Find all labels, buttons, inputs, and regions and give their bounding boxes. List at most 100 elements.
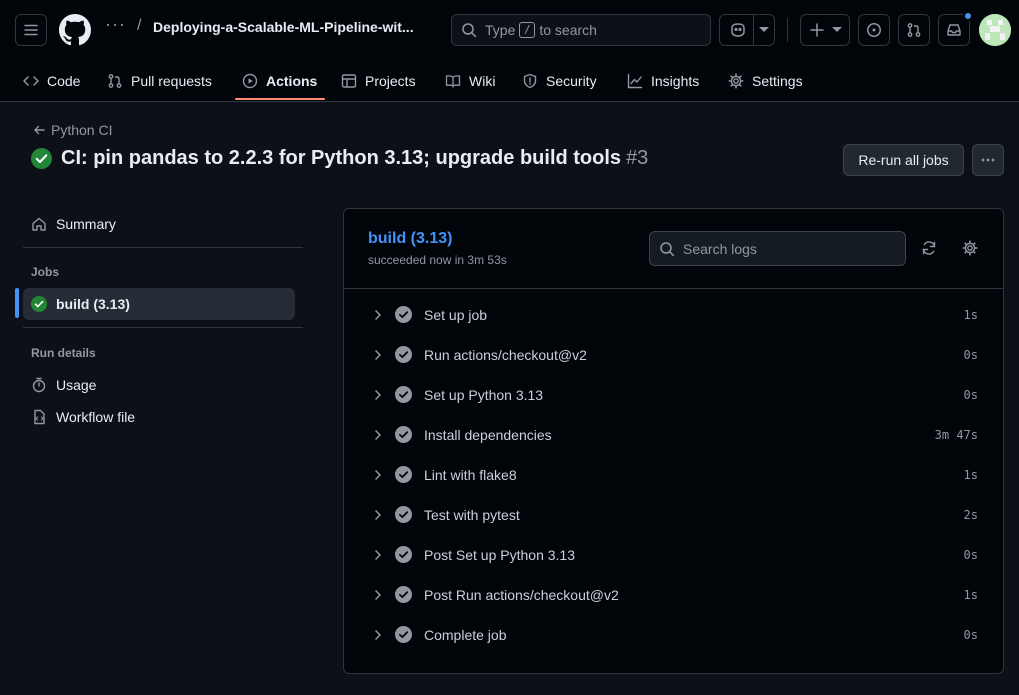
step-duration: 2s [963, 508, 978, 522]
chevron-right-icon[interactable] [371, 348, 385, 365]
search-icon [660, 241, 675, 256]
step-name: Complete job [424, 627, 507, 643]
global-search[interactable]: Type / to search [451, 14, 711, 46]
app-header: ··· / Deploying-a-Scalable-ML-Pipeline-w… [0, 0, 1019, 102]
workflow-name: Python CI [51, 122, 113, 138]
menu-button[interactable] [15, 14, 47, 46]
sidebar-divider [23, 247, 303, 248]
chevron-right-icon[interactable] [371, 308, 385, 325]
gear-icon [728, 72, 744, 89]
step-name: Post Run actions/checkout@v2 [424, 587, 619, 603]
log-search-input[interactable]: Search logs [649, 231, 906, 266]
check-circle-fill-icon [395, 346, 412, 366]
chevron-right-icon[interactable] [371, 588, 385, 605]
check-circle-fill-icon [395, 506, 412, 526]
avatar[interactable] [979, 14, 1011, 46]
run-number: #3 [626, 147, 649, 169]
step-name: Set up job [424, 307, 488, 323]
step-duration: 0s [963, 548, 978, 562]
sidebar-item-label: Workflow file [56, 409, 136, 425]
tab-settings[interactable]: Settings [728, 60, 803, 101]
tab-label: Settings [752, 72, 803, 89]
inbox-button[interactable] [938, 11, 973, 46]
step-row[interactable]: Test with pytest 2s [344, 495, 1003, 535]
tab-label: Insights [651, 72, 700, 89]
gear-icon[interactable] [962, 240, 978, 256]
sidebar-item-workflow-file[interactable]: Workflow file [23, 401, 295, 433]
repo-name-link[interactable]: Deploying-a-Scalable-ML-Pipeline-wit... [153, 19, 414, 35]
pull-requests-button[interactable] [898, 14, 930, 46]
chevron-right-icon[interactable] [371, 508, 385, 525]
rerun-all-jobs-button[interactable]: Re-run all jobs [843, 144, 964, 176]
search-shortcut-key: / [519, 22, 536, 38]
copilot-button[interactable] [719, 14, 775, 46]
tab-pull-requests[interactable]: Pull requests [107, 60, 212, 101]
job-header: build (3.13) succeeded now in 3m 53s Sea… [344, 209, 1003, 289]
git-pull-request-icon [108, 73, 122, 88]
chevron-right-icon[interactable] [371, 428, 385, 445]
check-circle-fill-icon [395, 586, 412, 606]
github-logo-icon[interactable] [59, 14, 91, 46]
repo-nav: Code Pull requests Actions Projects Wiki… [0, 60, 1019, 102]
step-row[interactable]: Run actions/checkout@v2 0s [344, 335, 1003, 375]
step-name: Post Set up Python 3.13 [424, 547, 575, 563]
step-duration: 1s [963, 588, 978, 602]
book-icon [445, 74, 461, 88]
top-bar: ··· / Deploying-a-Scalable-ML-Pipeline-w… [0, 0, 1019, 60]
breadcrumb-more[interactable]: ··· [105, 14, 126, 35]
table-icon [341, 73, 357, 88]
check-circle-fill-icon [395, 386, 412, 406]
step-duration: 0s [963, 628, 978, 642]
search-icon [462, 23, 477, 38]
check-circle-fill-icon [395, 306, 412, 326]
run-details-heading: Run details [31, 346, 96, 360]
notification-dot [963, 11, 973, 21]
shield-icon [523, 73, 537, 88]
active-tab-indicator [235, 98, 325, 100]
step-name: Run actions/checkout@v2 [424, 347, 587, 363]
issues-button[interactable] [858, 14, 890, 46]
step-row[interactable]: Set up Python 3.13 0s [344, 375, 1003, 415]
jobs-heading: Jobs [31, 265, 60, 279]
tab-projects[interactable]: Projects [341, 60, 416, 101]
chevron-down-icon [832, 27, 842, 32]
tab-label: Wiki [469, 72, 496, 89]
step-row[interactable]: Post Run actions/checkout@v2 1s [344, 575, 1003, 615]
check-circle-fill-icon [395, 626, 412, 646]
more-options-button[interactable] [972, 144, 1004, 176]
inbox-icon [947, 24, 961, 36]
home-icon [32, 217, 46, 231]
arrow-left-icon [34, 125, 45, 135]
chevron-right-icon[interactable] [371, 628, 385, 645]
copilot-icon [731, 23, 745, 37]
create-new-button[interactable] [800, 14, 850, 46]
check-circle-fill-icon [31, 296, 47, 312]
step-row[interactable]: Lint with flake8 1s [344, 455, 1003, 495]
chevron-down-icon [759, 27, 769, 32]
log-search-placeholder: Search logs [683, 240, 757, 257]
chevron-right-icon[interactable] [371, 548, 385, 565]
tab-security[interactable]: Security [522, 60, 597, 101]
check-circle-fill-icon [31, 148, 52, 169]
step-row[interactable]: Set up job 1s [344, 295, 1003, 335]
play-icon [242, 73, 258, 88]
chevron-right-icon[interactable] [371, 388, 385, 405]
job-name-link[interactable]: build (3.13) [368, 230, 452, 248]
step-row[interactable]: Post Set up Python 3.13 0s [344, 535, 1003, 575]
step-row[interactable]: Complete job 0s [344, 615, 1003, 655]
back-to-workflow-link[interactable]: Python CI [33, 122, 112, 138]
tab-wiki[interactable]: Wiki [445, 60, 495, 101]
step-name: Install dependencies [424, 427, 552, 443]
tab-insights[interactable]: Insights [627, 60, 699, 101]
step-row[interactable]: Install dependencies 3m 47s [344, 415, 1003, 455]
sidebar-item-job-build[interactable]: build (3.13) [23, 288, 295, 320]
sync-icon[interactable] [921, 240, 937, 256]
tab-code[interactable]: Code [23, 60, 80, 101]
sidebar-item-summary[interactable]: Summary [23, 208, 295, 240]
hamburger-icon [24, 24, 38, 36]
step-name: Lint with flake8 [424, 467, 517, 483]
tab-actions[interactable]: Actions [242, 60, 317, 101]
page-title: CI: pin pandas to 2.2.3 for Python 3.13;… [31, 147, 648, 170]
sidebar-item-usage[interactable]: Usage [23, 369, 295, 401]
chevron-right-icon[interactable] [371, 468, 385, 485]
